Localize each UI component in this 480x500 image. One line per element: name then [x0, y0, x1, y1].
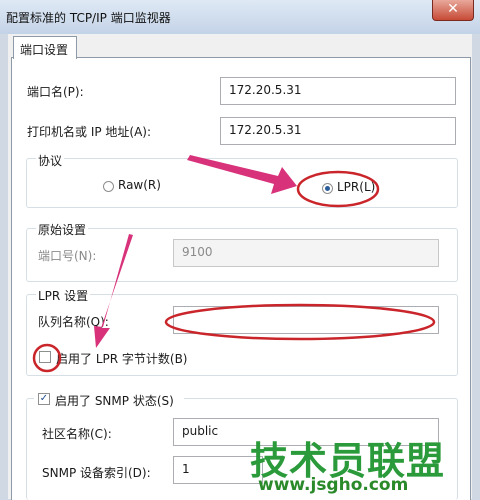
- lpr-radio[interactable]: [322, 183, 333, 194]
- queue-name-input[interactable]: [173, 306, 439, 334]
- lpr-settings-legend: LPR 设置: [36, 287, 91, 304]
- close-button[interactable]: ✕: [432, 0, 474, 21]
- raw-radio-label[interactable]: Raw(R): [118, 178, 161, 192]
- window-title: 配置标准的 TCP/IP 端口监视器: [6, 11, 171, 25]
- title-bar: 配置标准的 TCP/IP 端口监视器 ✕: [0, 0, 480, 34]
- snmp-enabled-label[interactable]: 启用了 SNMP 状态(S): [55, 392, 174, 409]
- port-number-input[interactable]: 9100: [173, 239, 439, 267]
- queue-name-label: 队列名称(Q):: [38, 315, 109, 329]
- tab-port-settings[interactable]: 端口设置: [13, 36, 77, 59]
- port-number-label: 端口号(N):: [38, 249, 97, 263]
- watermark-url: www.jsgho.com: [258, 475, 409, 495]
- lpr-byte-counting-checkbox[interactable]: [39, 351, 51, 363]
- snmp-device-index-label: SNMP 设备索引(D):: [42, 466, 151, 480]
- port-name-input[interactable]: 172.20.5.31: [220, 77, 456, 105]
- printer-address-input[interactable]: 172.20.5.31: [220, 117, 456, 145]
- port-name-label: 端口名(P):: [27, 85, 84, 99]
- lpr-byte-counting-label[interactable]: 启用了 LPR 字节计数(B): [56, 350, 188, 367]
- tab-label: 端口设置: [20, 43, 69, 57]
- raw-radio[interactable]: [103, 181, 114, 192]
- raw-settings-legend: 原始设置: [36, 221, 89, 238]
- snmp-enabled-checkbox[interactable]: ✓: [38, 393, 50, 405]
- community-name-label: 社区名称(C):: [42, 427, 112, 441]
- protocol-legend: 协议: [36, 152, 65, 169]
- printer-address-label: 打印机名或 IP 地址(A):: [27, 125, 152, 139]
- lpr-radio-label[interactable]: LPR(L): [337, 180, 375, 194]
- close-icon: ✕: [447, 1, 459, 17]
- protocol-group: [26, 158, 458, 208]
